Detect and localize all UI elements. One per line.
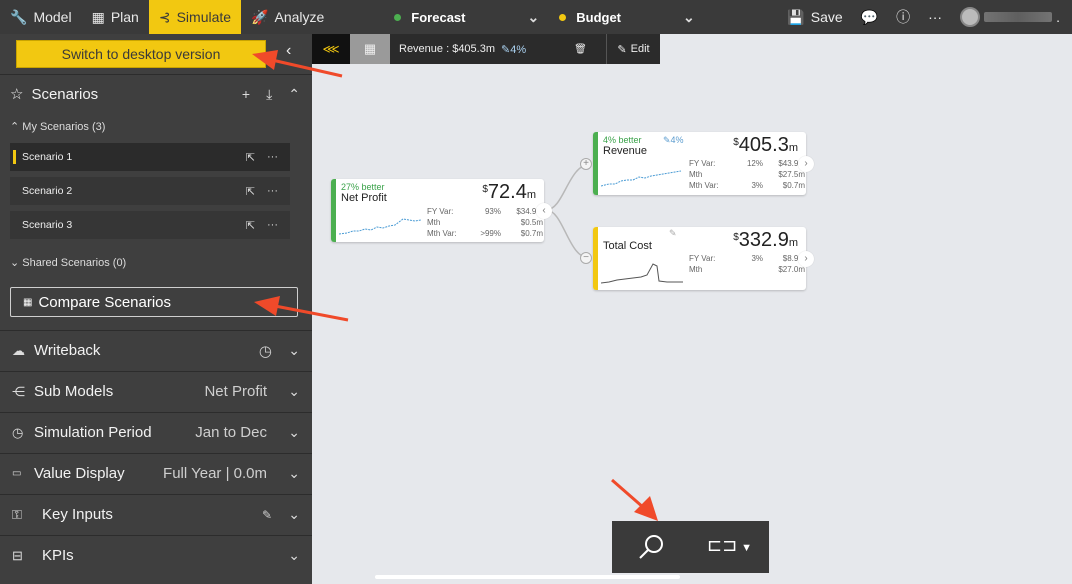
annotation-arrows xyxy=(252,50,658,521)
annotation-arrow xyxy=(252,50,343,78)
annotation-arrow xyxy=(611,478,658,521)
annotation-arrow xyxy=(254,296,349,322)
